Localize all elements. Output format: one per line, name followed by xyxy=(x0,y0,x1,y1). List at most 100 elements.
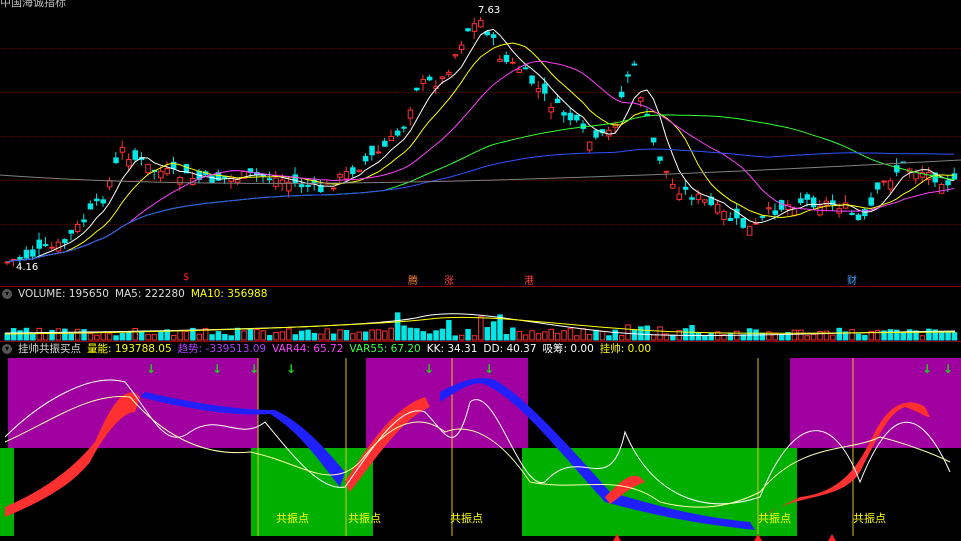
volume-panel[interactable]: ▾ VOLUME: 195650 MA5: 222280 MA10: 35698… xyxy=(0,286,961,342)
volume-bar xyxy=(625,324,631,341)
volume-bar xyxy=(490,321,497,341)
volume-bar xyxy=(759,332,766,341)
event-marker[interactable]: 财 xyxy=(847,272,857,287)
volume-bar xyxy=(273,331,279,341)
volume-bar xyxy=(516,330,522,341)
candle-body xyxy=(497,58,503,62)
candle-body xyxy=(87,203,94,210)
volume-bar xyxy=(356,331,362,341)
candle-body xyxy=(702,199,708,203)
volume-bar xyxy=(695,332,702,341)
volume-bar xyxy=(183,330,190,341)
volume-bar xyxy=(266,334,273,341)
candle-body xyxy=(606,129,612,137)
volume-bar xyxy=(209,334,215,341)
candle-body xyxy=(164,168,170,175)
candle-body xyxy=(657,156,663,161)
candle-body xyxy=(567,112,574,121)
volume-bar xyxy=(874,329,881,341)
down-arrow-icon: ↓ xyxy=(943,362,954,376)
candle-body xyxy=(618,91,625,98)
candle-body xyxy=(452,54,458,57)
volume-bar xyxy=(350,333,356,341)
indicator-panel[interactable]: ▾ 挂帅共振买点 量能: 193788.05 趋势: -339513.09 VA… xyxy=(0,341,961,541)
candle-body xyxy=(305,184,311,187)
volume-bar xyxy=(574,335,580,341)
candle-body xyxy=(855,214,862,221)
event-marker[interactable]: 涨 xyxy=(444,272,454,287)
indicator-item: KK: 34.31 xyxy=(426,343,478,355)
volume-bar xyxy=(938,331,945,341)
candle-body xyxy=(548,106,554,113)
volume-bar xyxy=(170,334,177,341)
indicator-item: VAR44: 65.72 xyxy=(272,343,344,355)
candle-body xyxy=(81,219,87,223)
candle-body xyxy=(849,212,855,215)
candle-body xyxy=(503,54,510,63)
long-term-average-line xyxy=(0,159,961,184)
volume-bar xyxy=(926,328,932,341)
volume-bar xyxy=(535,333,542,341)
candle-body xyxy=(714,203,721,214)
candle-body xyxy=(650,137,657,143)
event-marker[interactable]: $ xyxy=(183,272,189,283)
down-arrow-icon: ↓ xyxy=(484,362,495,376)
candlestick-chart[interactable] xyxy=(0,0,961,285)
volume-bar xyxy=(228,335,234,341)
volume-bar xyxy=(855,333,862,341)
volume-bar xyxy=(900,331,906,341)
volume-bar xyxy=(951,332,958,341)
candle-body xyxy=(42,244,49,247)
volume-bar xyxy=(580,328,586,341)
candle-body xyxy=(356,169,362,172)
candle-body xyxy=(522,67,529,70)
volume-bar xyxy=(74,328,81,341)
moving-average-line xyxy=(6,42,955,263)
volume-bar xyxy=(151,334,158,341)
candle-body xyxy=(631,63,638,66)
moving-average-line xyxy=(6,114,955,263)
event-marker[interactable]: 腾 xyxy=(408,272,418,287)
volume-bar xyxy=(529,330,535,341)
candle-body xyxy=(420,78,426,84)
price-chart-panel[interactable]: 7.63 4.16 $ 腾 涨 港 财 xyxy=(0,0,961,287)
candle-body xyxy=(574,114,580,121)
volume-bar xyxy=(298,330,305,341)
candle-body xyxy=(516,69,522,73)
resonance-signal-label: 共振点 xyxy=(450,512,483,525)
collapse-icon[interactable]: ▾ xyxy=(2,344,12,354)
volume-bar xyxy=(113,335,119,341)
volume-bar xyxy=(708,332,714,341)
volume-bar xyxy=(702,335,708,341)
volume-bar xyxy=(586,333,593,341)
volume-bar xyxy=(887,329,894,341)
candle-body xyxy=(510,61,516,64)
volume-bar xyxy=(81,329,87,341)
volume-bar xyxy=(106,333,113,341)
volume-bar xyxy=(484,327,490,341)
volume-bar xyxy=(158,330,164,341)
candle-body xyxy=(887,180,894,190)
candle-body xyxy=(951,173,958,180)
candle-body xyxy=(446,71,452,75)
candle-body xyxy=(132,150,138,160)
high-price-label: 7.63 xyxy=(478,5,501,16)
candle-body xyxy=(542,83,548,94)
volume-bar xyxy=(375,329,382,341)
event-marker[interactable]: 港 xyxy=(524,272,534,287)
volume-bar xyxy=(215,331,222,341)
volume-bar xyxy=(177,330,183,341)
down-arrow-icon: ↓ xyxy=(922,362,933,376)
volume-bar xyxy=(862,334,868,341)
volume-bar xyxy=(778,334,785,341)
volume-bar xyxy=(222,334,228,341)
moving-average-line xyxy=(6,60,955,263)
volume-bar xyxy=(522,334,529,341)
candle-body xyxy=(337,173,343,178)
candle-body xyxy=(426,76,433,81)
volume-bar xyxy=(606,335,612,341)
candle-body xyxy=(158,170,164,179)
volume-bar xyxy=(561,330,567,341)
volume-bar xyxy=(87,332,94,341)
volume-bar xyxy=(132,328,138,341)
